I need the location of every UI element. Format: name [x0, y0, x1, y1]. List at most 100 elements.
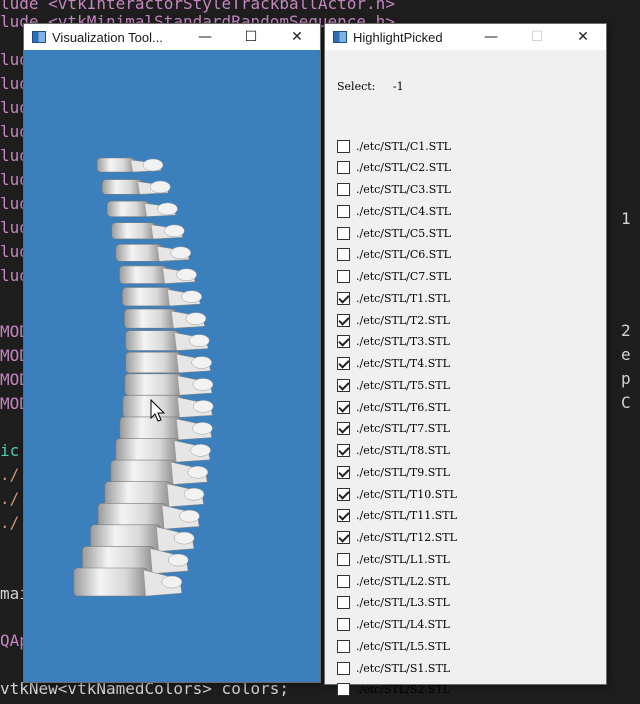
stl-checkbox-item[interactable]: ./etc/STL/C5.STL: [337, 224, 451, 242]
checkbox[interactable]: [337, 639, 350, 653]
stl-checkbox-item[interactable]: ./etc/STL/L4.STL: [337, 616, 450, 634]
checkbox[interactable]: [337, 683, 350, 697]
checkbox[interactable]: [337, 226, 350, 240]
checkbox[interactable]: [337, 270, 350, 283]
checkbox[interactable]: [337, 618, 350, 631]
stl-file-label: ./etc/STL/C6.STL: [356, 248, 451, 262]
viz-titlebar[interactable]: Visualization Tool... — ☐ ✕: [24, 24, 320, 50]
stl-checkbox-item[interactable]: ./etc/STL/T7.STL: [337, 420, 450, 438]
checkbox[interactable]: [337, 161, 350, 175]
stl-checkbox-item[interactable]: ./etc/STL/T12.STL: [337, 529, 457, 547]
stl-checkbox-item[interactable]: ./etc/STL/T2.STL: [337, 311, 450, 329]
hl-window-title: HighlightPicked: [353, 29, 443, 45]
stl-checkbox-item[interactable]: ./etc/STL/T9.STL: [337, 463, 450, 481]
stl-checkbox-item[interactable]: ./etc/STL/C7.STL: [337, 268, 451, 286]
hl-titlebar[interactable]: HighlightPicked — ☐ ✕: [325, 24, 606, 50]
code-line: ./: [0, 489, 20, 508]
spine-model[interactable]: [24, 50, 320, 682]
stl-file-label: ./etc/STL/C1.STL: [356, 139, 451, 153]
stl-checkbox-item[interactable]: ./etc/STL/L2.STL: [337, 572, 450, 590]
stl-checkbox-item[interactable]: ./etc/STL/C3.STL: [337, 181, 451, 199]
stl-checkbox-item[interactable]: ./etc/STL/T4.STL: [337, 355, 450, 373]
vertebra-body: [115, 438, 179, 463]
vertebra-facet: [170, 246, 192, 260]
visualization-window: Visualization Tool... — ☐ ✕: [24, 24, 320, 682]
stl-checkbox-item[interactable]: ./etc/STL/T6.STL: [337, 398, 450, 416]
stl-file-label: ./etc/STL/L2.STL: [356, 574, 450, 588]
stl-checkbox-item[interactable]: ./etc/STL/T10.STL: [337, 485, 457, 503]
stl-checkbox-item[interactable]: ./etc/STL/C6.STL: [337, 246, 451, 264]
stl-checkbox-item[interactable]: ./etc/STL/T1.STL: [337, 289, 450, 307]
maximize-button[interactable]: ☐: [228, 24, 274, 50]
stl-checkbox-item[interactable]: ./etc/STL/L3.STL: [337, 594, 450, 612]
code-line: vtkNew<vtkNamedColors> colors;: [0, 679, 289, 698]
checkbox[interactable]: [337, 552, 350, 566]
stl-file-label: ./etc/STL/C3.STL: [356, 183, 451, 196]
stl-checkbox-item[interactable]: ./etc/STL/T5.STL: [337, 376, 450, 394]
minimize-button[interactable]: —: [468, 24, 514, 50]
checkbox[interactable]: [337, 509, 350, 523]
checkbox[interactable]: [337, 183, 350, 196]
app-window-icon: [32, 31, 46, 43]
checkbox[interactable]: [337, 335, 350, 349]
stl-file-label: ./etc/STL/T9.STL: [356, 465, 450, 479]
stl-checkbox-item[interactable]: ./etc/STL/T8.STL: [337, 442, 450, 460]
select-status: Select: -1: [337, 80, 418, 93]
checkbox[interactable]: [337, 531, 350, 544]
stl-file-label: ./etc/STL/C4.STL: [356, 204, 451, 218]
stl-file-label: ./etc/STL/L4.STL: [356, 618, 450, 631]
vertebra-body: [124, 373, 183, 396]
stl-checkbox-item[interactable]: ./etc/STL/S1.STL: [337, 659, 450, 677]
select-label: Select:: [337, 80, 376, 93]
stl-file-label: ./etc/STL/L5.STL: [356, 639, 450, 653]
checkbox[interactable]: [337, 400, 350, 414]
vertebra-body: [119, 265, 168, 284]
minimize-button[interactable]: —: [182, 24, 228, 50]
checkbox[interactable]: [337, 487, 350, 501]
stl-file-label: ./etc/STL/S2.STL: [356, 683, 451, 697]
stl-file-label: ./etc/STL/C7.STL: [356, 270, 451, 283]
checkbox[interactable]: [337, 248, 350, 262]
stl-file-label: ./etc/STL/T8.STL: [356, 444, 450, 457]
checkbox[interactable]: [337, 422, 350, 436]
checkbox[interactable]: [337, 313, 350, 327]
stl-checkbox-item[interactable]: ./etc/STL/C4.STL: [337, 202, 451, 220]
checkbox[interactable]: [337, 204, 350, 218]
stl-checkbox-item[interactable]: ./etc/STL/S2.STL: [337, 681, 450, 699]
checkbox[interactable]: [337, 596, 350, 610]
stl-file-label: ./etc/STL/T4.STL: [356, 357, 450, 370]
checkbox[interactable]: [337, 444, 350, 457]
checkbox[interactable]: [337, 465, 350, 479]
vertebra-body: [125, 351, 182, 374]
stl-file-label: ./etc/STL/L1.STL: [356, 552, 450, 566]
code-line: ./: [0, 465, 20, 484]
checkbox[interactable]: [337, 661, 350, 675]
stl-file-label: ./etc/STL/C5.STL: [356, 226, 451, 240]
vertebra-body: [124, 308, 176, 329]
vertebra-body: [110, 459, 176, 485]
checkbox[interactable]: [337, 574, 350, 588]
vertebra-facet: [176, 268, 197, 281]
stl-checkbox-item[interactable]: ./etc/STL/C2.STL: [337, 159, 451, 177]
highlight-panel: Select: -1 ./etc/STL/C1.STL ./etc/STL/C2.…: [325, 50, 606, 697]
stl-checkbox-item[interactable]: ./etc/STL/T3.STL: [337, 333, 450, 351]
checkbox[interactable]: [337, 139, 350, 153]
render-viewport[interactable]: [24, 50, 320, 682]
select-value: -1: [392, 80, 404, 93]
checkbox[interactable]: [337, 378, 350, 392]
close-button[interactable]: ✕: [274, 24, 320, 50]
stl-checkbox-item[interactable]: ./etc/STL/T11.STL: [337, 507, 457, 525]
vertebra-body: [115, 244, 162, 262]
close-button[interactable]: ✕: [560, 24, 606, 50]
stl-file-label: ./etc/STL/T6.STL: [356, 400, 450, 414]
vertebra-body: [101, 179, 143, 195]
stl-checkbox-item[interactable]: ./etc/STL/L5.STL: [337, 637, 450, 655]
vertebra-facet: [179, 509, 200, 523]
stl-checkbox-item[interactable]: ./etc/STL/C1.STL: [337, 137, 451, 155]
checkbox[interactable]: [337, 291, 350, 305]
vertebra-facet: [192, 400, 214, 413]
code-fragment: p: [621, 369, 631, 388]
stl-checkbox-item[interactable]: ./etc/STL/L1.STL: [337, 550, 450, 568]
checkbox[interactable]: [337, 357, 350, 370]
stl-file-label: ./etc/STL/T10.STL: [356, 487, 457, 501]
